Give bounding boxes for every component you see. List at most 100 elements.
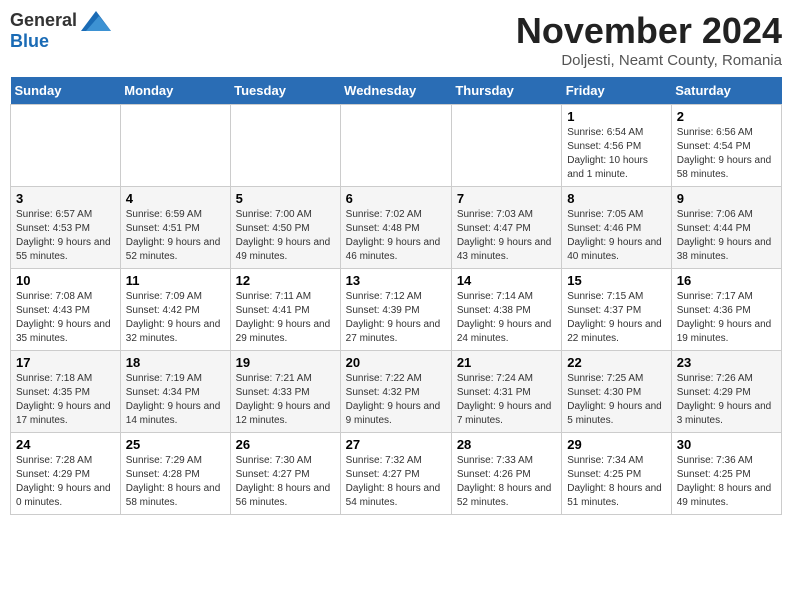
day-info: Sunrise: 7:19 AM Sunset: 4:34 PM Dayligh… — [126, 372, 225, 428]
day-cell: 14 Sunrise: 7:14 AM Sunset: 4:38 PM Dayli… — [451, 269, 561, 351]
day-number: 7 — [457, 191, 556, 206]
day-info: Sunrise: 7:14 AM Sunset: 4:38 PM Dayligh… — [457, 290, 556, 346]
day-cell: 1 Sunrise: 6:54 AM Sunset: 4:56 PM Daylig… — [562, 105, 671, 187]
day-info: Sunrise: 6:54 AM Sunset: 4:56 PM Dayligh… — [567, 126, 665, 182]
day-number: 26 — [236, 437, 335, 452]
day-info: Sunrise: 7:12 AM Sunset: 4:39 PM Dayligh… — [346, 290, 446, 346]
day-info: Sunrise: 7:06 AM Sunset: 4:44 PM Dayligh… — [677, 208, 776, 264]
day-cell: 3Sunrise: 6:57 AM Sunset: 4:53 PM Daylig… — [11, 187, 121, 269]
day-info: Sunrise: 7:29 AM Sunset: 4:28 PM Dayligh… — [126, 454, 225, 510]
logo-general-text: General — [10, 10, 77, 31]
day-cell: 5 Sunrise: 7:00 AM Sunset: 4:50 PM Daylig… — [230, 187, 340, 269]
day-cell: 19 Sunrise: 7:21 AM Sunset: 4:33 PM Dayli… — [230, 351, 340, 433]
calendar-header: SundayMondayTuesdayWednesdayThursdayFrid… — [11, 77, 782, 105]
day-info: Sunrise: 7:03 AM Sunset: 4:47 PM Dayligh… — [457, 208, 556, 264]
day-number: 29 — [567, 437, 665, 452]
day-number: 4 — [126, 191, 225, 206]
day-number: 19 — [236, 355, 335, 370]
calendar-table: SundayMondayTuesdayWednesdayThursdayFrid… — [10, 77, 782, 515]
day-number: 8 — [567, 191, 665, 206]
day-number: 14 — [457, 273, 556, 288]
day-number: 9 — [677, 191, 776, 206]
header-day-tuesday: Tuesday — [230, 77, 340, 105]
day-number: 6 — [346, 191, 446, 206]
day-info: Sunrise: 7:26 AM Sunset: 4:29 PM Dayligh… — [677, 372, 776, 428]
day-cell: 29Sunrise: 7:34 AM Sunset: 4:25 PM Dayli… — [562, 433, 671, 515]
day-info: Sunrise: 7:00 AM Sunset: 4:50 PM Dayligh… — [236, 208, 335, 264]
day-number: 17 — [16, 355, 115, 370]
day-cell: 6 Sunrise: 7:02 AM Sunset: 4:48 PM Daylig… — [340, 187, 451, 269]
day-cell: 7 Sunrise: 7:03 AM Sunset: 4:47 PM Daylig… — [451, 187, 561, 269]
day-info: Sunrise: 7:24 AM Sunset: 4:31 PM Dayligh… — [457, 372, 556, 428]
day-cell: 9 Sunrise: 7:06 AM Sunset: 4:44 PM Daylig… — [671, 187, 781, 269]
subtitle: Doljesti, Neamt County, Romania — [516, 52, 782, 69]
day-number: 2 — [677, 109, 776, 124]
day-cell: 16Sunrise: 7:17 AM Sunset: 4:36 PM Dayli… — [671, 269, 781, 351]
day-number: 10 — [16, 273, 115, 288]
day-info: Sunrise: 7:02 AM Sunset: 4:48 PM Dayligh… — [346, 208, 446, 264]
day-info: Sunrise: 7:15 AM Sunset: 4:37 PM Dayligh… — [567, 290, 665, 346]
day-info: Sunrise: 6:59 AM Sunset: 4:51 PM Dayligh… — [126, 208, 225, 264]
day-cell: 21 Sunrise: 7:24 AM Sunset: 4:31 PM Dayli… — [451, 351, 561, 433]
day-cell: 22Sunrise: 7:25 AM Sunset: 4:30 PM Dayli… — [562, 351, 671, 433]
week-row-1: 1 Sunrise: 6:54 AM Sunset: 4:56 PM Daylig… — [11, 105, 782, 187]
day-cell — [340, 105, 451, 187]
day-cell: 2 Sunrise: 6:56 AM Sunset: 4:54 PM Daylig… — [671, 105, 781, 187]
day-cell: 27Sunrise: 7:32 AM Sunset: 4:27 PM Dayli… — [340, 433, 451, 515]
day-number: 11 — [126, 273, 225, 288]
day-cell: 17 Sunrise: 7:18 AM Sunset: 4:35 PM Dayli… — [11, 351, 121, 433]
day-info: Sunrise: 7:21 AM Sunset: 4:33 PM Dayligh… — [236, 372, 335, 428]
day-number: 5 — [236, 191, 335, 206]
day-info: Sunrise: 7:22 AM Sunset: 4:32 PM Dayligh… — [346, 372, 446, 428]
day-info: Sunrise: 7:09 AM Sunset: 4:42 PM Dayligh… — [126, 290, 225, 346]
day-info: Sunrise: 7:36 AM Sunset: 4:25 PM Dayligh… — [677, 454, 776, 510]
day-number: 18 — [126, 355, 225, 370]
week-row-2: 3Sunrise: 6:57 AM Sunset: 4:53 PM Daylig… — [11, 187, 782, 269]
week-row-3: 10Sunrise: 7:08 AM Sunset: 4:43 PM Dayli… — [11, 269, 782, 351]
day-cell: 26Sunrise: 7:30 AM Sunset: 4:27 PM Dayli… — [230, 433, 340, 515]
day-cell: 4 Sunrise: 6:59 AM Sunset: 4:51 PM Daylig… — [120, 187, 230, 269]
header-row: SundayMondayTuesdayWednesdayThursdayFrid… — [11, 77, 782, 105]
day-number: 24 — [16, 437, 115, 452]
header-day-wednesday: Wednesday — [340, 77, 451, 105]
day-number: 21 — [457, 355, 556, 370]
day-info: Sunrise: 6:56 AM Sunset: 4:54 PM Dayligh… — [677, 126, 776, 182]
logo-blue-text: Blue — [10, 31, 49, 52]
day-cell: 30 Sunrise: 7:36 AM Sunset: 4:25 PM Dayli… — [671, 433, 781, 515]
logo: General Blue — [10, 10, 111, 52]
day-cell: 15Sunrise: 7:15 AM Sunset: 4:37 PM Dayli… — [562, 269, 671, 351]
day-number: 23 — [677, 355, 776, 370]
day-cell — [120, 105, 230, 187]
day-cell: 8 Sunrise: 7:05 AM Sunset: 4:46 PM Daylig… — [562, 187, 671, 269]
day-info: Sunrise: 7:25 AM Sunset: 4:30 PM Dayligh… — [567, 372, 665, 428]
day-cell: 23 Sunrise: 7:26 AM Sunset: 4:29 PM Dayli… — [671, 351, 781, 433]
day-number: 27 — [346, 437, 446, 452]
day-cell: 12 Sunrise: 7:11 AM Sunset: 4:41 PM Dayli… — [230, 269, 340, 351]
week-row-4: 17 Sunrise: 7:18 AM Sunset: 4:35 PM Dayli… — [11, 351, 782, 433]
day-info: Sunrise: 7:17 AM Sunset: 4:36 PM Dayligh… — [677, 290, 776, 346]
day-number: 3 — [16, 191, 115, 206]
day-info: Sunrise: 7:33 AM Sunset: 4:26 PM Dayligh… — [457, 454, 556, 510]
day-info: Sunrise: 7:28 AM Sunset: 4:29 PM Dayligh… — [16, 454, 115, 510]
day-info: Sunrise: 7:11 AM Sunset: 4:41 PM Dayligh… — [236, 290, 335, 346]
month-title: November 2024 — [516, 10, 782, 52]
day-number: 12 — [236, 273, 335, 288]
day-cell — [451, 105, 561, 187]
day-cell — [230, 105, 340, 187]
day-cell: 20 Sunrise: 7:22 AM Sunset: 4:32 PM Dayli… — [340, 351, 451, 433]
day-cell: 10Sunrise: 7:08 AM Sunset: 4:43 PM Dayli… — [11, 269, 121, 351]
day-number: 30 — [677, 437, 776, 452]
day-number: 13 — [346, 273, 446, 288]
day-cell: 25Sunrise: 7:29 AM Sunset: 4:28 PM Dayli… — [120, 433, 230, 515]
header-day-sunday: Sunday — [11, 77, 121, 105]
day-number: 20 — [346, 355, 446, 370]
header-day-friday: Friday — [562, 77, 671, 105]
logo-icon — [81, 11, 111, 31]
day-info: Sunrise: 7:05 AM Sunset: 4:46 PM Dayligh… — [567, 208, 665, 264]
header-day-saturday: Saturday — [671, 77, 781, 105]
day-info: Sunrise: 7:18 AM Sunset: 4:35 PM Dayligh… — [16, 372, 115, 428]
day-number: 1 — [567, 109, 665, 124]
title-area: November 2024 Doljesti, Neamt County, Ro… — [516, 10, 782, 69]
header: General Blue November 2024 Doljesti, Nea… — [10, 10, 782, 69]
day-cell: 13 Sunrise: 7:12 AM Sunset: 4:39 PM Dayli… — [340, 269, 451, 351]
